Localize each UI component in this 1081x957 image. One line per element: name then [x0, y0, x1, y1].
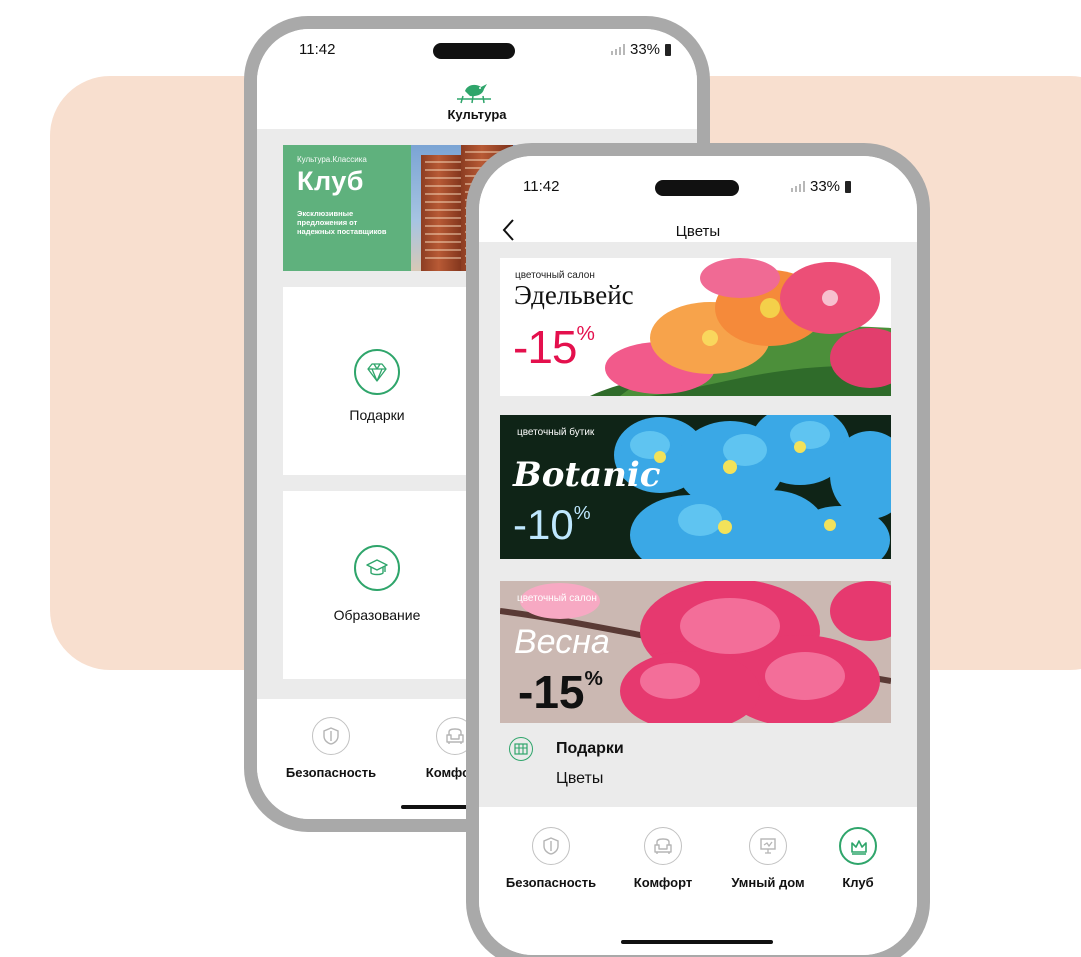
bird-logo-icon: [457, 84, 491, 104]
battery-level: 33%: [630, 41, 661, 58]
gift-icon: [509, 737, 533, 761]
promo-discount-value: -15: [518, 666, 585, 718]
promo-subtitle: цветочный бутик: [517, 427, 595, 438]
diamond-icon: [354, 349, 400, 395]
front-content: цветочный салон Эдельвейс -15% цветочный…: [479, 242, 917, 807]
tab-security[interactable]: Безопасность: [501, 827, 601, 890]
promo-discount-value: -15: [513, 321, 577, 373]
status-right: 33%: [791, 178, 852, 195]
flowers-image: [590, 258, 891, 396]
back-header: 11:42 33% Культура: [257, 29, 697, 129]
tab-security-label: Безопасность: [505, 875, 597, 890]
promo-discount: -10%: [513, 501, 591, 549]
tab-comfort[interactable]: Комфорт: [617, 827, 709, 890]
promo-discount: -15%: [518, 665, 603, 719]
shield-icon: [532, 827, 570, 865]
tile-education-label: Образование: [333, 607, 421, 623]
promo-name: Botanic: [513, 455, 661, 495]
club-kicker: Культура.Классика: [297, 155, 367, 164]
tab-comfort-label: Комфорт: [633, 875, 693, 890]
status-time: 11:42: [299, 41, 336, 58]
phone-front: 11:42 33% Цветы цветочный салон Эдельвей…: [466, 143, 930, 957]
home-indicator: [621, 940, 773, 944]
category-title: Подарки: [556, 740, 624, 757]
tab-security-label: Безопасность: [285, 765, 377, 780]
tab-security[interactable]: Безопасность: [285, 717, 377, 780]
promo-discount-percent: %: [584, 667, 603, 690]
monitor-icon: [749, 827, 787, 865]
back-page-title: Культура: [447, 107, 507, 122]
category-subtitle: Цветы: [556, 770, 604, 787]
front-page-title: Цветы: [675, 223, 721, 240]
tile-gifts-label: Подарки: [349, 407, 405, 423]
status-right: 33%: [611, 41, 672, 58]
front-header: 11:42 33% Цветы: [479, 156, 917, 242]
promo-name: Весна: [514, 623, 610, 661]
battery-icon: [845, 180, 852, 193]
front-phone-screen: 11:42 33% Цветы цветочный салон Эдельвей…: [479, 156, 917, 955]
armchair-icon: [644, 827, 682, 865]
promo-discount-percent: %: [576, 322, 594, 345]
front-tab-bar: Безопасность Комфорт Умный дом Клуб: [479, 807, 917, 955]
club-description: Эксклюзивные предложения от надежных пос…: [297, 209, 387, 236]
tile-gifts[interactable]: Подарки: [283, 287, 471, 475]
signal-icon: [611, 44, 625, 55]
tile-education[interactable]: Образование: [283, 491, 471, 679]
club-title: Клуб: [297, 166, 364, 196]
promo-discount-value: -10: [513, 501, 574, 548]
promo-botanic[interactable]: цветочный бутик Botanic -10%: [500, 415, 891, 559]
graduation-cap-icon: [354, 545, 400, 591]
tab-club[interactable]: Клуб: [823, 827, 893, 890]
battery-icon: [665, 43, 672, 56]
promo-edelweiss[interactable]: цветочный салон Эдельвейс -15%: [500, 258, 891, 396]
tab-club-label: Клуб: [842, 875, 874, 890]
promo-subtitle: цветочный салон: [517, 593, 597, 604]
promo-discount: -15%: [513, 320, 595, 374]
notch: [433, 43, 515, 59]
notch: [655, 180, 739, 196]
signal-icon: [791, 181, 805, 192]
crown-icon: [839, 827, 877, 865]
promo-vesna[interactable]: цветочный салон Весна -15%: [500, 581, 891, 723]
shield-icon: [312, 717, 350, 755]
tab-smart-home[interactable]: Умный дом: [721, 827, 815, 890]
battery-level: 33%: [810, 178, 841, 195]
status-time: 11:42: [523, 178, 560, 195]
tab-smart-home-label: Умный дом: [731, 875, 805, 890]
promo-discount-percent: %: [573, 503, 591, 524]
promo-name: Эдельвейс: [514, 280, 634, 310]
club-banner-text: Культура.Классика Клуб Эксклюзивные пред…: [283, 145, 411, 271]
